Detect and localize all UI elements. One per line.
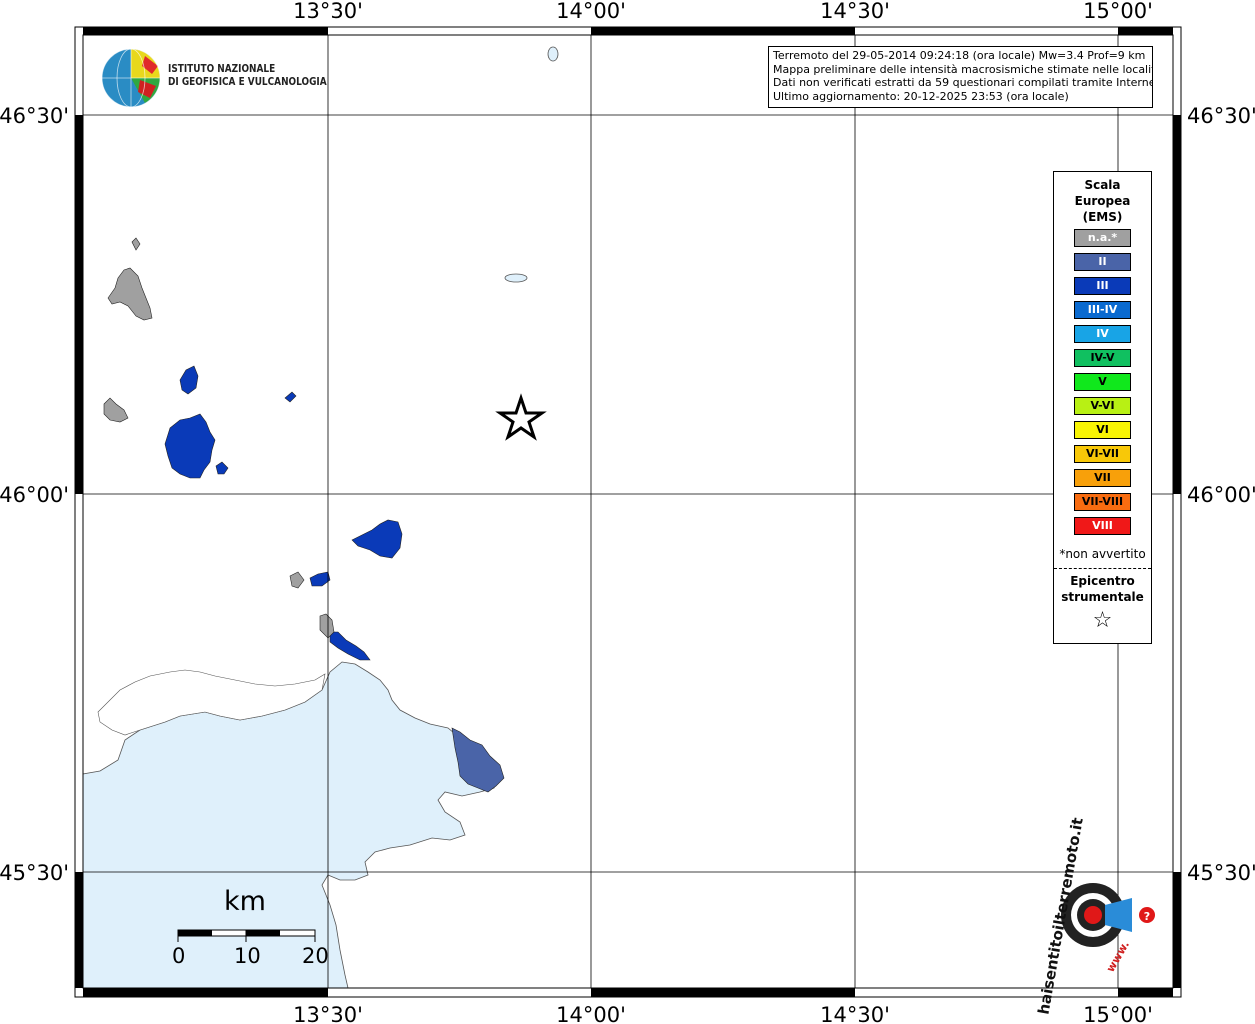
- left-label-3: 45°30': [0, 861, 69, 885]
- legend-star-icon: ☆: [1092, 608, 1113, 633]
- legend-item: VII: [1074, 469, 1131, 487]
- info-line-2: Mappa preliminare delle intensità macros…: [773, 62, 1153, 76]
- scale-tick-0: 0: [172, 944, 186, 968]
- lake-1: [547, 46, 559, 62]
- ingv-logo-line2: DI GEOFISICA E VULCANOLOGIA: [168, 76, 327, 88]
- legend-epi-2: strumentale: [1061, 590, 1144, 604]
- legend-item: II: [1074, 253, 1131, 271]
- bottom-label-3: 14°30': [820, 1003, 890, 1024]
- top-label-2: 14°00': [556, 0, 626, 23]
- top-label-4: 15°00': [1083, 0, 1153, 23]
- legend-title: Scala Europea (EMS): [1054, 177, 1151, 225]
- legend-epicenter-label: Epicentro strumentale: [1054, 573, 1151, 605]
- legend-item: VII-VIII: [1074, 493, 1131, 511]
- info-line-1: Terremoto del 29-05-2014 09:24:18 (ora l…: [773, 49, 1146, 62]
- top-label-1: 13°30': [293, 0, 363, 23]
- legend-separator: [1054, 568, 1151, 569]
- bottom-label-4: 15°00': [1083, 1003, 1153, 1024]
- legend-epi-1: Epicentro: [1070, 574, 1135, 588]
- legend-item: V: [1074, 373, 1131, 391]
- legend-item: IV-V: [1074, 349, 1131, 367]
- legend-item: VI-VII: [1074, 445, 1131, 463]
- legend-item: III: [1074, 277, 1131, 295]
- legend-title-1: Scala: [1084, 178, 1121, 192]
- legend-item: IV: [1074, 325, 1131, 343]
- legend-item: VI: [1074, 421, 1131, 439]
- right-label-2: 46°00': [1187, 483, 1255, 507]
- legend-item: III-IV: [1074, 301, 1131, 319]
- lake-2: [504, 273, 528, 283]
- top-label-3: 14°30': [820, 0, 890, 23]
- left-label-1: 46°30': [0, 104, 69, 128]
- right-label-1: 46°30': [1187, 104, 1255, 128]
- right-label-3: 45°30': [1187, 861, 1255, 885]
- legend-title-3: (EMS): [1082, 210, 1123, 224]
- legend-title-2: Europea: [1074, 194, 1131, 208]
- ingv-logo-icon: [101, 48, 161, 108]
- ingv-logo-line1: ISTITUTO NAZIONALE: [168, 63, 276, 75]
- svg-text:?: ?: [1144, 910, 1150, 923]
- legend-item: n.a.*: [1074, 229, 1131, 247]
- legend-item: VIII: [1074, 517, 1131, 535]
- info-line-3: Dati non verificati estratti da 59 quest…: [773, 76, 1153, 89]
- left-label-2: 46°00': [0, 483, 69, 507]
- scale-unit: km: [224, 886, 266, 917]
- bottom-label-1: 13°30': [293, 1003, 363, 1024]
- scale-tick-10: 10: [234, 944, 261, 968]
- ems-legend: Scala Europea (EMS) n.a.* II III III-IV IV IV…: [1053, 171, 1152, 644]
- bottom-label-2: 14°00': [556, 1003, 626, 1024]
- ingv-logo-text: ISTITUTO NAZIONALE DI GEOFISICA E VULCAN…: [168, 63, 327, 89]
- legend-note: *non avvertito: [1059, 547, 1146, 561]
- info-line-4: Ultimo aggiornamento: 20-12-2025 23:53 (…: [773, 89, 1069, 103]
- legend-item: V-VI: [1074, 397, 1131, 415]
- scale-tick-20: 20: [302, 944, 329, 968]
- earthquake-info-box: Terremoto del 29-05-2014 09:24:18 (ora l…: [768, 46, 1153, 108]
